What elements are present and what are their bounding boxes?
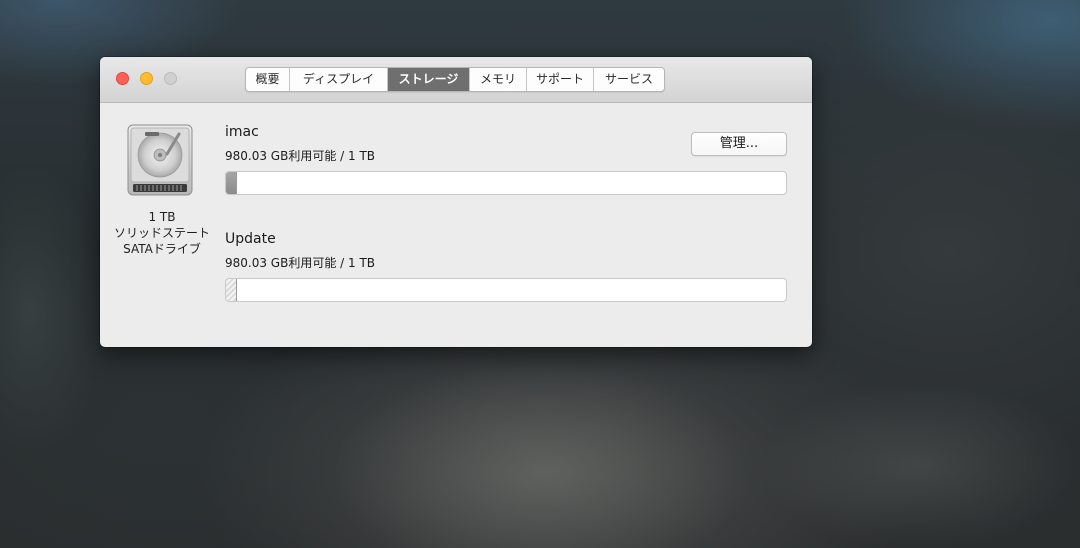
volume-name-imac: imac [225,124,259,140]
drive-caption: 1 TB ソリッドステート SATAドライブ [100,209,224,257]
hard-drive-icon [127,124,193,196]
tab-storage[interactable]: ストレージ [388,68,470,91]
volume-availability-imac: 980.03 GB利用可能 / 1 TB [225,149,376,163]
tab-service[interactable]: サービス [594,68,664,91]
manage-button[interactable]: 管理... [691,132,787,156]
storage-bar-update [225,278,787,302]
storage-bar-imac [225,171,787,195]
minimize-button[interactable] [140,72,153,85]
volume-availability-update: 980.03 GB利用可能 / 1 TB [225,256,376,270]
wallpaper-rock-left [0,170,100,450]
wallpaper-rock-shadow [760,380,1080,548]
zoom-button [164,72,177,85]
tab-memory[interactable]: メモリ [470,68,527,91]
close-button[interactable] [116,72,129,85]
tab-bar: 概要 ディスプレイ ストレージ メモリ サポート サービス [245,67,665,92]
storage-bar-fill [226,172,238,194]
tab-overview[interactable]: 概要 [246,68,290,91]
about-this-mac-window: 概要 ディスプレイ ストレージ メモリ サポート サービス 1 TB ソリッドス… [100,57,812,347]
wallpaper-rock-highlight [330,360,750,548]
storage-bar-fill [226,279,238,301]
tab-displays[interactable]: ディスプレイ [290,68,388,91]
desktop-background: 概要 ディスプレイ ストレージ メモリ サポート サービス 1 TB ソリッドス… [0,0,1080,548]
window-titlebar[interactable]: 概要 ディスプレイ ストレージ メモリ サポート サービス [100,57,812,103]
tab-support[interactable]: サポート [527,68,594,91]
drive-type-line2: SATAドライブ [123,242,201,256]
drive-capacity: 1 TB [148,210,176,224]
volume-name-update: Update [225,231,276,247]
drive-type-line1: ソリッドステート [113,226,210,240]
